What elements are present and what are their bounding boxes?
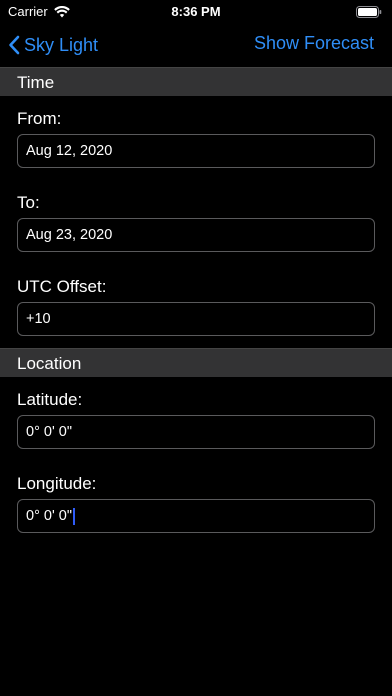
status-bar: Carrier 8:36 PM (0, 0, 392, 24)
utc-offset-field[interactable]: +10 (17, 302, 375, 336)
latitude-value: 0° 0' 0" (26, 424, 72, 440)
to-label: To: (17, 193, 40, 212)
from-date-value: Aug 12, 2020 (26, 143, 113, 159)
to-date-field[interactable]: Aug 23, 2020 (17, 218, 375, 252)
battery-icon (356, 6, 382, 18)
from-date-field[interactable]: Aug 12, 2020 (17, 134, 375, 168)
section-header-time: Time (0, 67, 392, 96)
utc-offset-value: +10 (26, 311, 51, 327)
utc-offset-label: UTC Offset: (17, 277, 107, 296)
latitude-label: Latitude: (17, 390, 83, 409)
screen: Carrier 8:36 PM Sky Light Show Forecast … (0, 0, 392, 696)
chevron-left-icon (8, 35, 20, 55)
from-label: From: (17, 109, 62, 128)
show-forecast-button[interactable]: Show Forecast (254, 33, 374, 54)
to-date-value: Aug 23, 2020 (26, 227, 113, 243)
longitude-label: Longitude: (17, 474, 97, 493)
longitude-field[interactable]: 0° 0' 0" (17, 499, 375, 533)
latitude-field[interactable]: 0° 0' 0" (17, 415, 375, 449)
section-header-location: Location (0, 348, 392, 377)
text-cursor (72, 507, 75, 525)
back-button-label: Sky Light (24, 34, 99, 55)
nav-bar: Sky Light Show Forecast (0, 24, 392, 66)
back-button[interactable]: Sky Light (8, 32, 98, 58)
longitude-value: 0° 0' 0" (26, 508, 72, 524)
status-right (356, 6, 382, 18)
status-time: 8:36 PM (171, 4, 221, 19)
